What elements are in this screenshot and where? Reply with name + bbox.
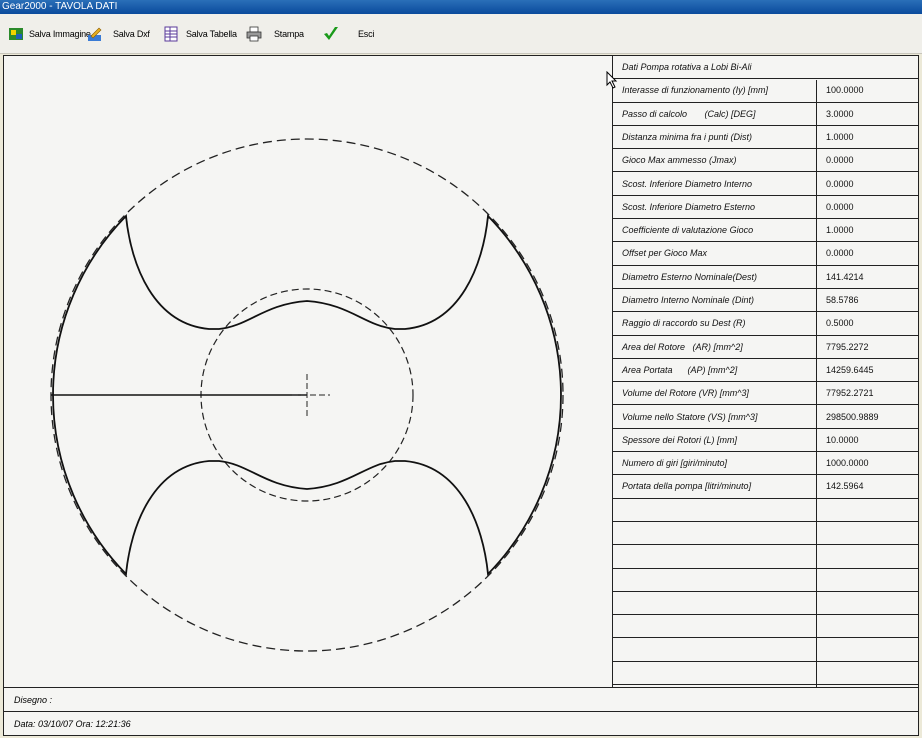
date-time: Data: 03/10/07 Ora: 12:21:36 [14,719,131,729]
table-header: Dati Pompa rotativa a Lobi Bi-Ali [613,56,919,80]
exit-button[interactable]: Esci [323,24,374,44]
row-value: 142.5964 [826,481,864,492]
row-value: 10.0000 [826,434,859,445]
row-value: 100.0000 [826,85,864,96]
save-image-label: Salva Immagine [29,29,91,39]
table-row: Coefficiente di valutazione Gioco 1.0000 [613,219,919,243]
row-label: Interasse di funzionamento (Iy) [mm] [622,85,769,96]
row-label: Volume nello Statore (VS) [mm^3] [622,411,758,422]
lobe-pump-profile [50,138,564,652]
row-value: 0.0000 [826,155,854,166]
exit-label: Esci [358,29,375,39]
save-dxf-label: Salva Dxf [113,29,150,39]
print-label: Stampa [274,29,304,39]
empty-table-row [613,522,919,546]
save-dxf-icon [87,26,103,42]
table-row: Scost. Inferiore Diametro Interno 0.0000 [613,173,919,196]
row-value: 0.0000 [826,201,854,212]
pump-drawing [4,56,613,687]
empty-table-row [613,592,919,616]
table-row: Scost. Inferiore Diametro Esterno 0.0000 [613,196,919,220]
window-title: Gear2000 - TAVOLA DATI [0,0,922,14]
row-label: Gioco Max ammesso (Jmax) [622,155,737,166]
empty-table-row [613,545,919,569]
row-value: 0.0000 [826,178,854,189]
checkmark-icon [323,26,339,42]
table-row: Spessore dei Rotori (L) [mm] 10.0000 [613,429,919,453]
row-label: Offset per Gioco Max [622,248,708,259]
row-label: Volume del Rotore (VR) [mm^3] [622,388,749,399]
table-row: Gioco Max ammesso (Jmax) 0.0000 [613,149,919,173]
table-row: Diametro Esterno Nominale(Dest) 141.4214 [613,266,919,289]
row-value: 141.4214 [826,271,864,282]
row-value: 7795.2272 [826,341,869,352]
empty-table-row [613,639,919,662]
row-value: 0.0000 [826,248,854,259]
row-label: Scost. Inferiore Diametro Esterno [622,201,756,212]
printer-icon [246,26,262,42]
table-title: Dati Pompa rotativa a Lobi Bi-Ali [622,62,752,72]
save-table-label: Salva Tabella [186,29,237,39]
table-row: Interasse di funzionamento (Iy) [mm] 100.… [613,79,919,103]
table-row: Numero di giri [giri/minuto] 1000.0000 [613,452,919,476]
row-label: Portata della pompa [litri/minuto] [622,481,752,492]
empty-table-row [613,499,919,522]
row-label: Area Portata (AP) [mm^2] [622,364,738,375]
row-label: Numero di giri [giri/minuto] [622,458,728,469]
row-value: 3.0000 [826,108,854,119]
table-icon [163,26,179,42]
table-row: Distanza minima fra i punti (Dist) 1.0000 [613,126,919,150]
mouse-pointer-icon [606,71,618,89]
print-button[interactable]: Stampa [246,24,304,44]
data-sheet: Dati Pompa rotativa a Lobi Bi-Ali Intera… [3,55,919,736]
row-value: 298500.9889 [826,411,879,422]
row-value: 1000.0000 [826,458,869,469]
row-label: Area del Rotore (AR) [mm^2] [622,341,743,352]
drawing-label-row: Disegno : [4,687,918,712]
row-value: 14259.6445 [826,364,874,375]
empty-table-row [613,615,919,639]
row-value: 1.0000 [826,131,854,142]
empty-table-row [613,569,919,592]
row-label: Distanza minima fra i punti (Dist) [622,131,753,142]
row-label: Coefficiente di valutazione Gioco [622,225,754,236]
row-value: 77952.2721 [826,388,874,399]
row-label: Raggio di raccordo su Dest (R) [622,318,746,329]
save-image-button[interactable]: Salva Immagine [8,24,91,44]
row-label: Diametro Esterno Nominale(Dest) [622,271,758,282]
save-image-icon [8,26,24,42]
save-dxf-button[interactable]: Salva Dxf [87,24,150,44]
save-table-button[interactable]: Salva Tabella [163,24,237,44]
row-value: 58.5786 [826,295,859,305]
drawing-label: Disegno : [14,695,53,705]
row-label: Diametro Interno Nominale (Dint) [622,295,755,305]
toolbar: Salva Immagine Salva Dxf Salva Tabella S… [0,14,922,54]
empty-table-row [613,662,919,686]
table-row: Offset per Gioco Max 0.0000 [613,242,919,266]
row-label: Spessore dei Rotori (L) [mm] [622,434,738,445]
row-label: Passo di calcolo (Calc) [DEG] [622,108,756,119]
row-value: 0.5000 [826,318,854,329]
table-row: Volume del Rotore (VR) [mm^3] 77952.2721 [613,382,919,406]
table-row: Passo di calcolo (Calc) [DEG] 3.0000 [613,103,919,126]
table-row: Portata della pompa [litri/minuto] 142.59… [613,475,919,499]
data-table: Dati Pompa rotativa a Lobi Bi-Ali Intera… [613,56,919,687]
date-row: Data: 03/10/07 Ora: 12:21:36 [4,712,918,736]
table-row: Volume nello Statore (VS) [mm^3] 298500.9… [613,406,919,429]
row-value: 1.0000 [826,225,854,236]
table-row: Area Portata (AP) [mm^2] 14259.6445 [613,359,919,383]
table-row: Raggio di raccordo su Dest (R) 0.5000 [613,312,919,336]
row-label: Scost. Inferiore Diametro Interno [622,178,753,189]
table-row: Area del Rotore (AR) [mm^2] 7795.2272 [613,336,919,359]
table-row: Diametro Interno Nominale (Dint) 58.5786 [613,289,919,313]
